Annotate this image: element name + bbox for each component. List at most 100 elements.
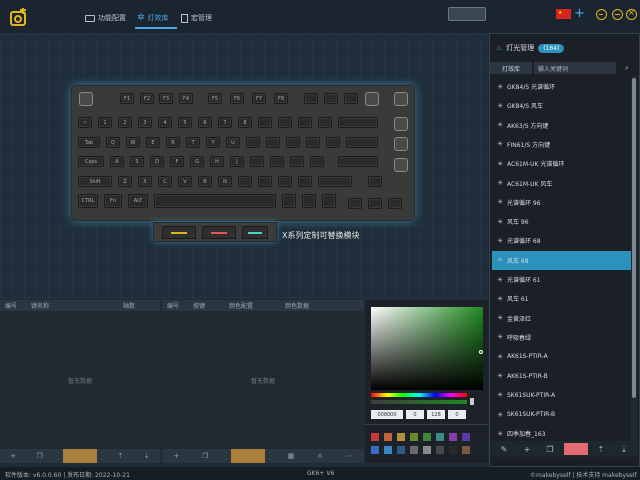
upload-icon[interactable]: ⇡ — [118, 452, 124, 460]
key[interactable]: F3 — [159, 93, 173, 104]
list-item[interactable]: ☀ FIN61/S 方向键 — [492, 135, 631, 154]
color-swatch[interactable] — [436, 446, 444, 454]
key[interactable]: X — [138, 176, 152, 187]
list-item[interactable]: ☀ SK61SUK-PTIR-A — [492, 386, 631, 405]
close-button[interactable]: × — [626, 8, 637, 20]
key[interactable]: H — [210, 156, 224, 167]
key[interactable] — [326, 137, 340, 148]
tab-macro-management[interactable]: 宏管理 — [181, 13, 212, 23]
key[interactable]: V — [178, 176, 192, 187]
delete-icon[interactable]: × — [317, 452, 323, 460]
knob-icon[interactable] — [394, 92, 408, 106]
key[interactable] — [338, 156, 378, 167]
edit-icon[interactable]: ✎ — [494, 443, 514, 455]
key[interactable]: F — [170, 156, 184, 167]
key[interactable]: 1 — [98, 117, 112, 128]
language-flag-icon[interactable]: ★ — [556, 9, 571, 19]
upload-icon[interactable]: ⇡ — [591, 443, 611, 455]
tab-lighting-library[interactable]: ✲ 灯效库 — [137, 13, 169, 23]
key[interactable]: 3 — [138, 117, 152, 128]
tab-lighting-library[interactable]: 灯效库 — [490, 62, 532, 74]
copy-icon[interactable]: ❐ — [36, 452, 42, 460]
list-item[interactable]: ☀ GK84/S 光谱循环 — [492, 77, 631, 96]
list-item[interactable]: ☀ AK63/S 方向键 — [492, 116, 631, 135]
alpha-slider[interactable] — [371, 400, 467, 404]
module-slot[interactable] — [162, 226, 196, 239]
key[interactable]: D — [150, 156, 164, 167]
key[interactable]: N — [218, 176, 232, 187]
hue-slider[interactable] — [371, 393, 467, 397]
key[interactable] — [246, 137, 260, 148]
list-item[interactable]: ☀ 光谱循环 61 — [492, 270, 631, 289]
knob-icon[interactable] — [394, 158, 408, 172]
key[interactable]: F6 — [230, 93, 244, 104]
download-icon[interactable]: ⇣ — [614, 443, 634, 455]
grid-icon[interactable]: ▦ — [288, 452, 295, 460]
knob-icon[interactable] — [365, 92, 379, 106]
key[interactable]: ~ — [78, 117, 92, 128]
module-slot[interactable] — [202, 226, 236, 239]
slider-handle[interactable] — [470, 398, 474, 405]
color-swatch[interactable] — [384, 446, 392, 454]
key[interactable]: F5 — [208, 93, 222, 104]
maximize-button[interactable] — [612, 9, 623, 20]
key[interactable]: G — [190, 156, 204, 167]
color-swatch[interactable] — [449, 433, 457, 441]
copy-icon[interactable]: ❐ — [202, 452, 208, 460]
minimize-button[interactable] — [596, 9, 607, 20]
key[interactable] — [310, 156, 324, 167]
key[interactable]: E — [146, 137, 160, 148]
key[interactable] — [266, 137, 280, 148]
tab-function-config[interactable]: 功能配置 — [85, 13, 126, 23]
key[interactable]: A — [110, 156, 124, 167]
key[interactable] — [346, 137, 378, 148]
list-item[interactable]: ☀ AK61S-PTIR-B — [492, 367, 631, 386]
apply-button[interactable] — [230, 449, 265, 463]
search-input[interactable]: 输入关键词 — [534, 62, 616, 74]
knob-icon[interactable] — [394, 117, 408, 131]
key[interactable]: 8 — [238, 117, 252, 128]
color-swatch[interactable] — [410, 446, 418, 454]
list-item[interactable]: ☀ SK61SUK-PTIR-B — [492, 405, 631, 424]
download-icon[interactable]: ⇣ — [144, 452, 150, 460]
key[interactable]: CTRL — [78, 194, 98, 208]
key[interactable]: T — [186, 137, 200, 148]
key[interactable]: F1 — [120, 93, 134, 104]
list-item[interactable]: ☀ GK84/S 风车 — [492, 96, 631, 115]
saturation-value-area[interactable] — [371, 307, 483, 390]
key[interactable]: W — [126, 137, 140, 148]
module-slot[interactable] — [242, 226, 268, 239]
key[interactable]: J — [230, 156, 244, 167]
copy-icon[interactable]: ❐ — [540, 443, 560, 455]
color-cursor[interactable] — [479, 350, 483, 354]
key[interactable] — [348, 198, 362, 209]
key[interactable]: Shift — [78, 176, 112, 187]
add-icon[interactable]: + — [517, 443, 537, 455]
key[interactable] — [388, 198, 402, 209]
color-swatch[interactable] — [436, 433, 444, 441]
key[interactable]: Tab — [78, 137, 100, 148]
list-item[interactable]: ☀ AC61M-UK 光谱循环 — [492, 154, 631, 173]
key[interactable]: F2 — [140, 93, 154, 104]
key[interactable] — [286, 137, 300, 148]
key[interactable]: S — [130, 156, 144, 167]
list-item[interactable]: ☀ 风车 68 — [492, 250, 631, 270]
scrollbar-thumb[interactable] — [632, 78, 636, 398]
add-device-button[interactable]: + — [574, 6, 585, 21]
spacebar-key[interactable] — [154, 194, 276, 208]
list-item[interactable]: ☀ 风车 61 — [492, 289, 631, 308]
list-item[interactable]: ☀ 金黄泽红 — [492, 309, 631, 328]
key[interactable] — [344, 93, 358, 104]
key[interactable]: U — [226, 137, 240, 148]
key[interactable]: F4 — [179, 93, 193, 104]
blue-input[interactable]: 0 — [448, 410, 466, 419]
color-swatch[interactable] — [371, 433, 379, 441]
key[interactable]: 7 — [218, 117, 232, 128]
color-swatch[interactable] — [423, 433, 431, 441]
key[interactable] — [368, 198, 382, 209]
key[interactable]: Q — [106, 137, 120, 148]
key[interactable] — [278, 176, 292, 187]
key[interactable] — [318, 176, 352, 187]
key[interactable] — [282, 194, 296, 208]
color-swatch[interactable] — [410, 433, 418, 441]
